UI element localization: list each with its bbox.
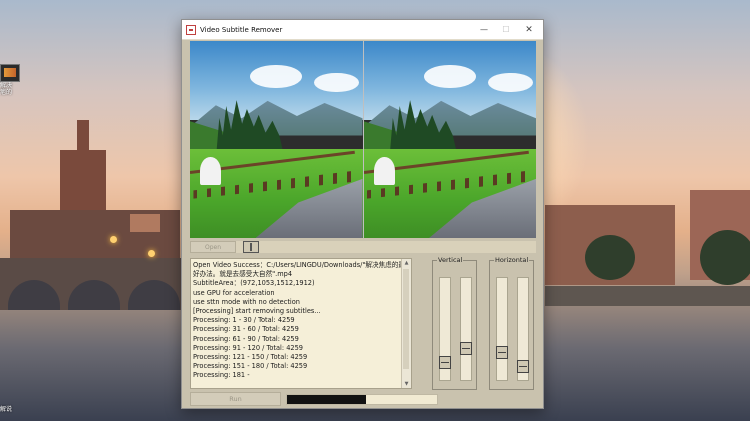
vertical-slider-1[interactable]	[439, 277, 451, 381]
video-controls: Open	[190, 241, 536, 253]
log-lines: Open Video Success：C:/Users/LINGDU/Downl…	[193, 261, 401, 381]
bridge-arch	[8, 280, 60, 310]
horizontal-slider-1[interactable]	[496, 277, 508, 381]
vertical-slider-2[interactable]	[460, 277, 472, 381]
log-line: Processing: 61 - 90 / Total: 4259	[193, 334, 299, 343]
log-line: Processing: 1 - 30 / Total: 4259	[193, 316, 295, 325]
desktop-video-shortcut[interactable]: 解决 疤的	[0, 64, 24, 96]
maximize-button[interactable]: ☐	[495, 20, 517, 39]
street-lamp	[148, 250, 155, 257]
minimize-button[interactable]: —	[473, 20, 495, 39]
horizontal-slider-2[interactable]	[517, 277, 529, 381]
slider-knob[interactable]	[460, 342, 472, 355]
log-scrollbar[interactable]: ▲ ▼	[401, 259, 411, 388]
app-window: Video Subtitle Remover — ☐ ✕ Open Open V…	[181, 19, 544, 409]
log-line: Processing: 121 - 150 / Total: 4259	[193, 353, 308, 362]
progress-bar	[286, 394, 438, 405]
slider-knob[interactable]	[496, 346, 508, 359]
tree	[585, 235, 635, 280]
slider-knob[interactable]	[517, 360, 529, 373]
run-button[interactable]: Run	[190, 392, 281, 406]
desktop-icon-label-bottom[interactable]: 解说	[0, 404, 12, 413]
log-line: 好办法。就是去感受大自然".mp4	[193, 270, 293, 279]
video-file-icon	[0, 64, 20, 82]
vertical-label: Vertical	[437, 256, 464, 265]
horizontal-label: Horizontal	[494, 256, 530, 265]
log-line: use sttn mode with no detection	[193, 297, 300, 306]
bridge	[0, 258, 185, 310]
open-button[interactable]: Open	[190, 241, 236, 253]
bridge-arch	[128, 280, 180, 310]
log-line: Processing: 91 - 120 / Total: 4259	[193, 343, 303, 352]
street-lamp	[110, 236, 117, 243]
log-line: Processing: 181 -	[193, 371, 250, 380]
log-line: SubtitleArea：(972,1053,1512,1912)	[193, 279, 315, 288]
slider-knob[interactable]	[439, 356, 451, 369]
arrow-down-icon[interactable]: ▼	[402, 380, 411, 388]
horizontal-group: Horizontal	[489, 256, 534, 390]
scrollbar-thumb[interactable]	[403, 269, 409, 369]
close-button[interactable]: ✕	[518, 20, 540, 39]
log-line: Processing: 151 - 180 / Total: 4259	[193, 362, 308, 371]
log-line: use GPU for acceleration	[193, 288, 275, 297]
log-line: Processing: 31 - 60 / Total: 4259	[193, 325, 299, 334]
waterfront	[545, 286, 750, 306]
log-line: Open Video Success：C:/Users/LINGDU/Downl…	[193, 261, 401, 269]
crane	[130, 214, 160, 232]
progress-fill	[287, 395, 366, 404]
arrow-up-icon[interactable]: ▲	[402, 259, 411, 267]
output-log[interactable]: Open Video Success：C:/Users/LINGDU/Downl…	[190, 258, 412, 389]
title-bar[interactable]: Video Subtitle Remover — ☐ ✕	[182, 20, 543, 39]
processed-frame	[362, 41, 536, 238]
original-frame	[190, 41, 363, 238]
vertical-group: Vertical	[432, 256, 477, 390]
desktop-icon-label: 解决 疤的	[0, 82, 13, 96]
log-line: [Processing] start removing subtitles...	[193, 307, 321, 316]
tower-spire	[77, 120, 89, 156]
tree	[700, 230, 750, 285]
window-title: Video Subtitle Remover	[200, 25, 283, 34]
bridge-arch	[68, 280, 120, 310]
video-preview	[190, 41, 536, 238]
scissors-icon	[186, 24, 196, 35]
video-position-slider[interactable]	[243, 241, 259, 253]
